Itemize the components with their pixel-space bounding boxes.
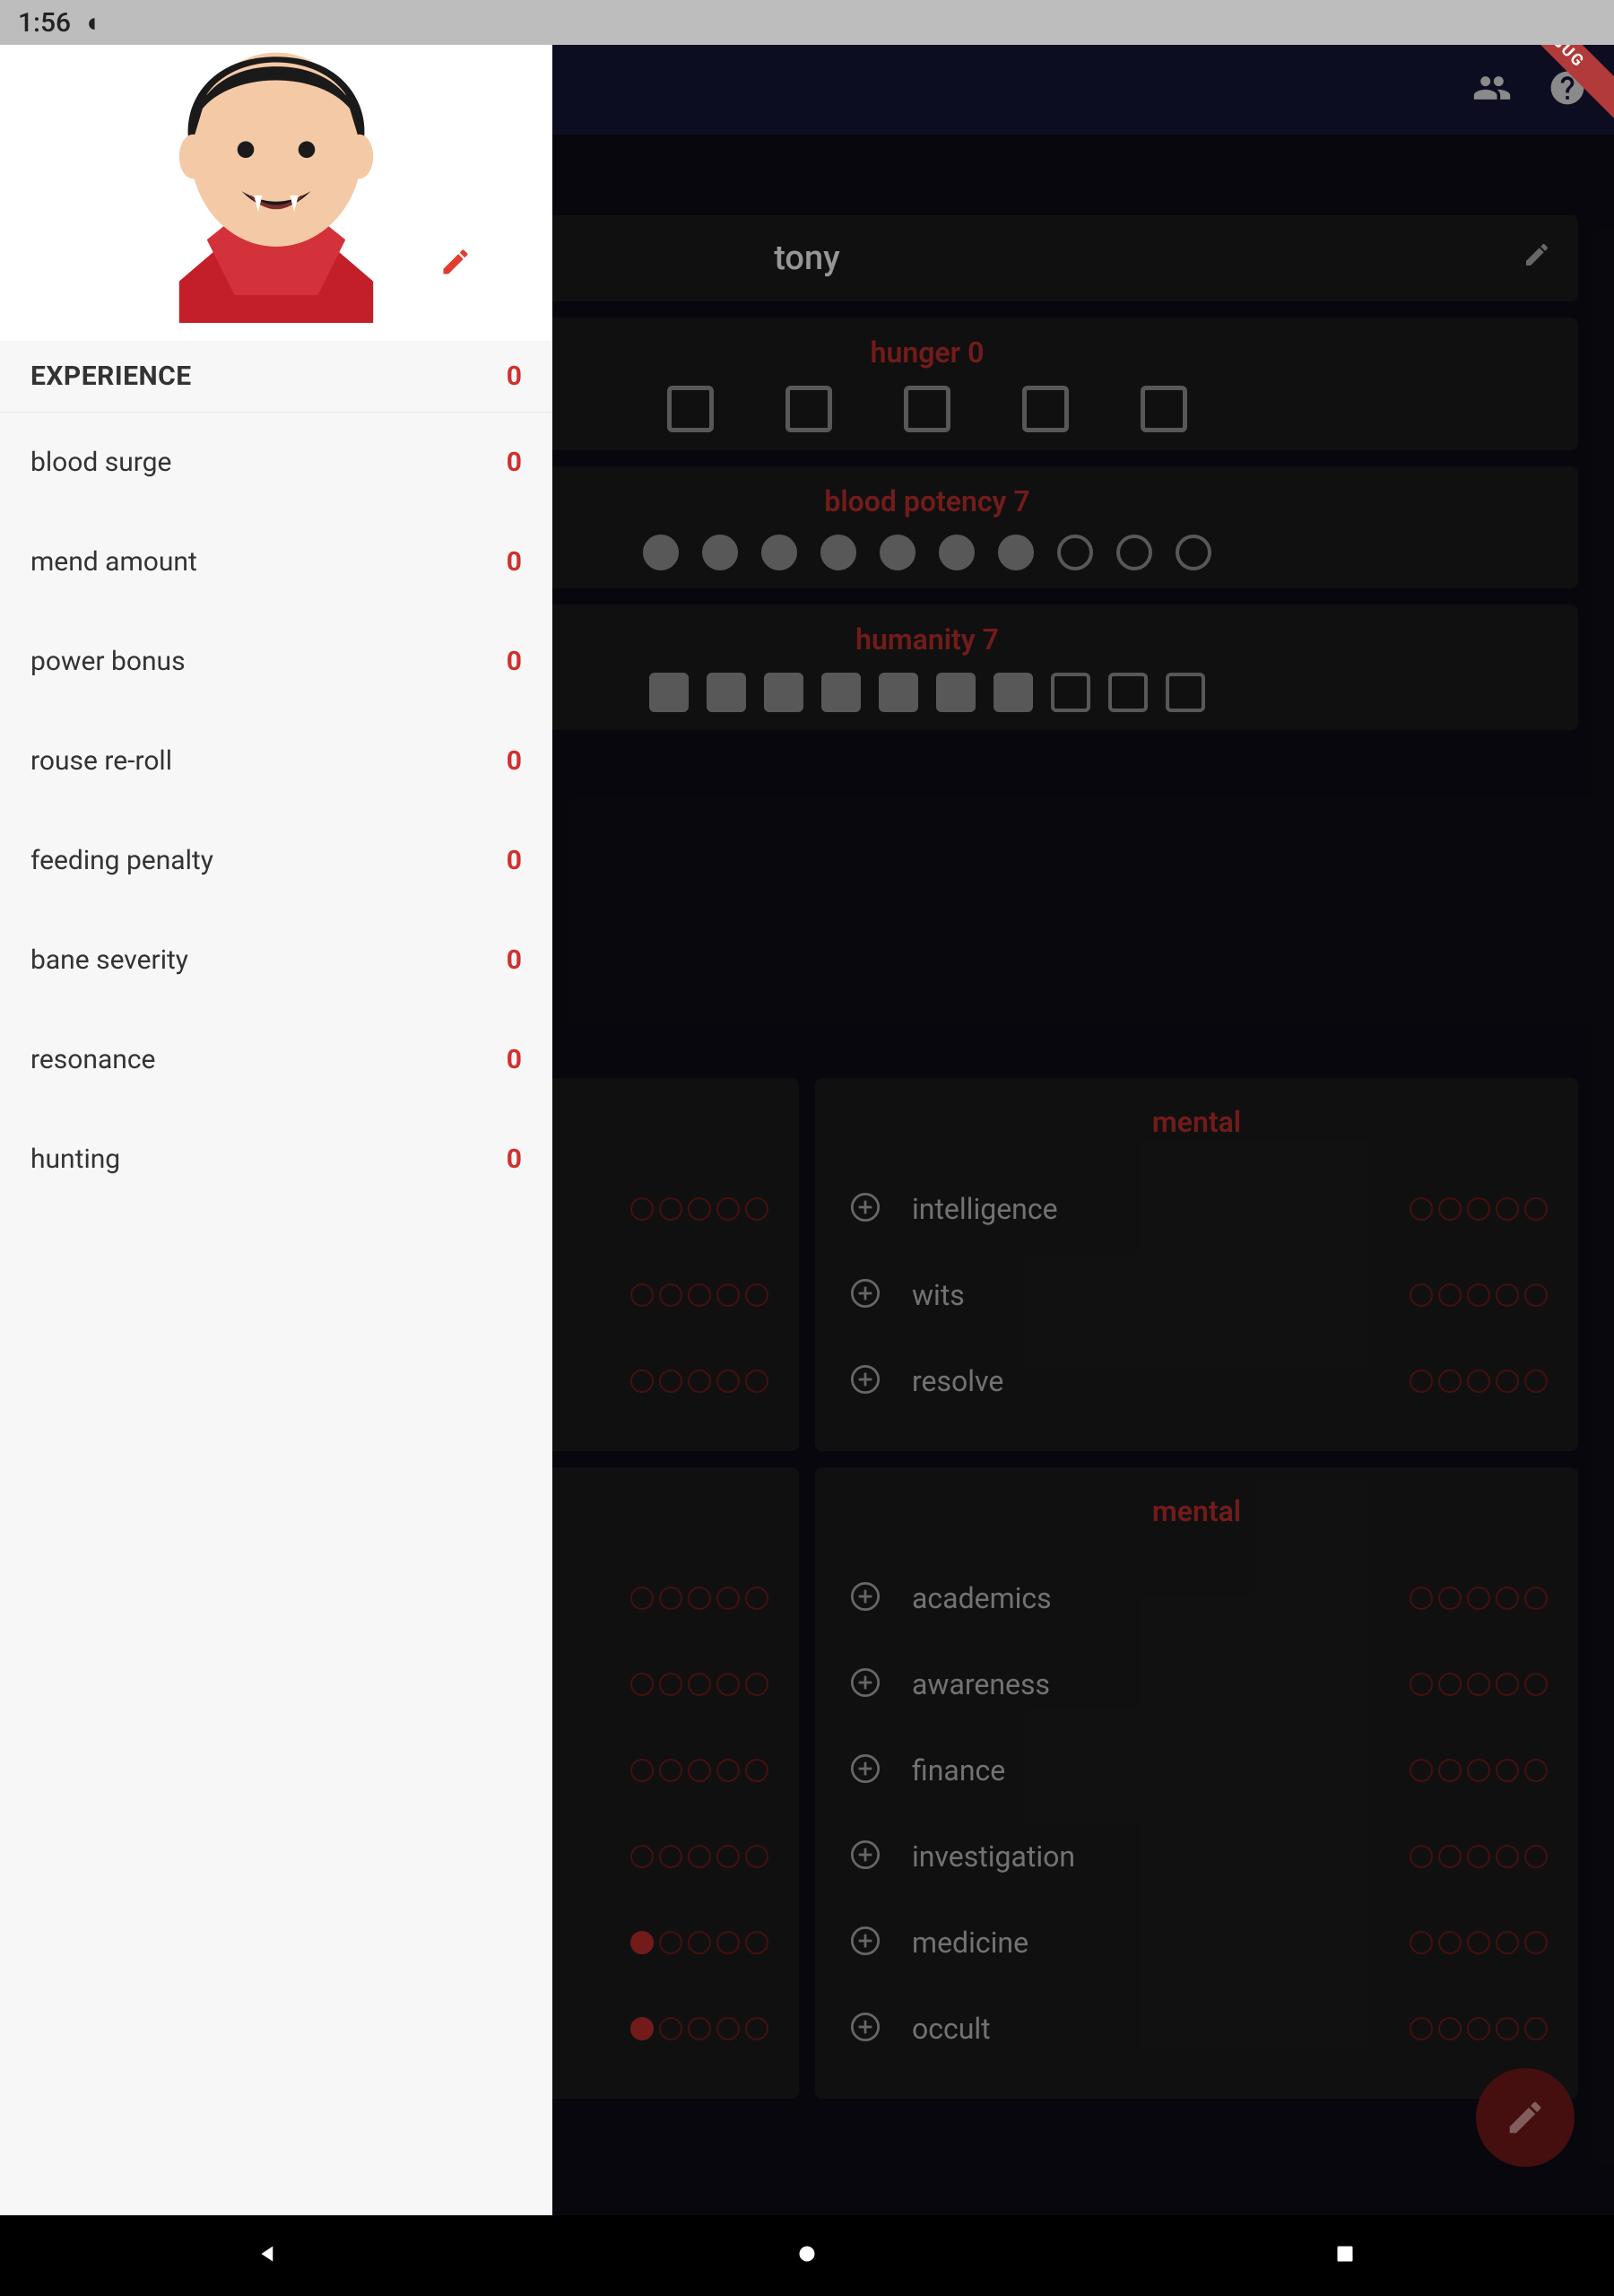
recents-button[interactable] xyxy=(1330,2239,1360,2273)
home-button[interactable] xyxy=(792,2239,822,2273)
drawer-item-value: 0 xyxy=(507,1144,522,1175)
drawer-item-label: feeding penalty xyxy=(30,845,213,876)
edit-avatar-icon[interactable] xyxy=(439,246,472,278)
drawer-item-value: 0 xyxy=(507,1044,522,1075)
experience-label: EXPERIENCE xyxy=(30,361,192,392)
drawer-item-label: mend amount xyxy=(30,546,197,578)
status-time: 1:56 xyxy=(18,7,71,39)
drawer-item-value: 0 xyxy=(507,646,522,677)
android-nav-bar xyxy=(0,2215,1614,2296)
drawer-item-label: resonance xyxy=(30,1044,155,1075)
drawer-item-label: hunting xyxy=(30,1144,120,1175)
avatar xyxy=(133,18,420,323)
drawer-item-value: 0 xyxy=(507,745,522,777)
drawer-item[interactable]: resonance 0 xyxy=(0,1010,552,1109)
drawer-item[interactable]: power bonus 0 xyxy=(0,612,552,711)
drawer-item-label: power bonus xyxy=(30,646,186,677)
status-icon: ◖ xyxy=(83,7,100,39)
back-button[interactable] xyxy=(254,2239,284,2273)
drawer-item[interactable]: feeding penalty 0 xyxy=(0,811,552,910)
navigation-drawer[interactable]: EXPERIENCE 0 blood surge0mend amount0pow… xyxy=(0,0,552,2251)
experience-value: 0 xyxy=(507,361,522,392)
experience-header[interactable]: EXPERIENCE 0 xyxy=(0,341,552,413)
drawer-item-value: 0 xyxy=(507,546,522,578)
drawer-item-value: 0 xyxy=(507,447,522,478)
drawer-item[interactable]: mend amount 0 xyxy=(0,512,552,612)
drawer-item-value: 0 xyxy=(507,845,522,876)
drawer-item-label: blood surge xyxy=(30,447,171,478)
drawer-item[interactable]: rouse re-roll 0 xyxy=(0,711,552,811)
drawer-items-list: blood surge0mend amount0power bonus0rous… xyxy=(0,413,552,1209)
drawer-item-label: rouse re-roll xyxy=(30,745,172,777)
drawer-item[interactable]: blood surge 0 xyxy=(0,413,552,512)
drawer-item-label: bane severity xyxy=(30,944,188,976)
drawer-header xyxy=(0,0,552,341)
android-status-bar: 1:56 ◖ xyxy=(0,0,1614,45)
drawer-item-value: 0 xyxy=(507,944,522,976)
drawer-item[interactable]: hunting 0 xyxy=(0,1109,552,1209)
drawer-item[interactable]: bane severity 0 xyxy=(0,910,552,1010)
